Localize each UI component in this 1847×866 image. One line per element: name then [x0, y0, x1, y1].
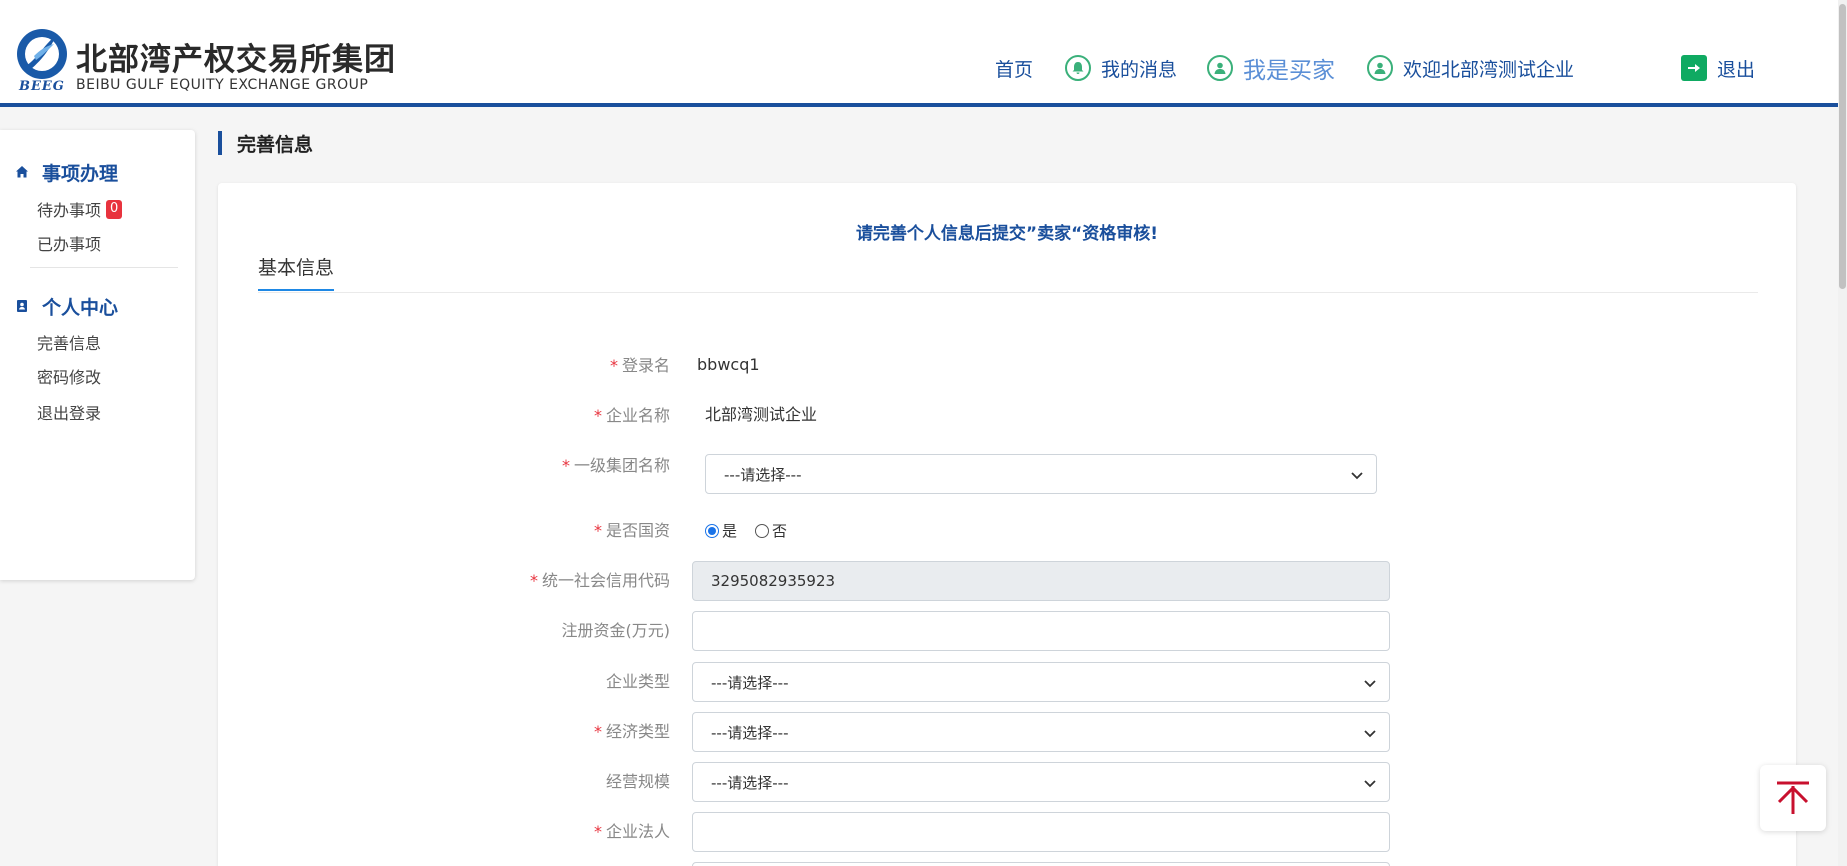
login-name-label: * 登录名 [609, 356, 670, 375]
sidebar-item-label: 完善信息 [37, 334, 102, 353]
sidebar-item-sign-out[interactable]: 退出登录 [37, 401, 101, 423]
next-field-input[interactable] [692, 862, 1390, 866]
sidebar-item-done[interactable]: 已办事项 [37, 232, 101, 254]
logo-en-name: BEIBU GULF EQUITY EXCHANGE GROUP [76, 77, 369, 93]
contact-book-icon [17, 300, 27, 312]
business-scale-selected: ---请选择--- [711, 773, 789, 792]
credit-code-value: 3295082935923 [711, 572, 836, 590]
nav-welcome-label: 欢迎北部湾测试企业 [1403, 58, 1575, 81]
state-owned-label: * 是否国资 [593, 521, 670, 540]
nav-messages[interactable]: 我的消息 [1065, 50, 1177, 86]
nav-home-label: 首页 [995, 58, 1034, 81]
company-name-label: * 企业名称 [593, 406, 670, 425]
sidebar: 事项办理 待办事项 0 已办事项 个人中心 完善信息 密码修改 退出登录 [0, 130, 195, 580]
bell-icon [1065, 55, 1091, 81]
nav-messages-label: 我的消息 [1101, 58, 1178, 81]
logo-mark-icon [17, 29, 67, 79]
form-card: 请完善个人信息后提交”卖家“资格审核! 基本信息 * 登录名 bbwcq1 * 企业… [218, 183, 1796, 866]
sidebar-item-label: 已办事项 [37, 235, 102, 254]
tab-divider [258, 292, 1758, 293]
reg-capital-label: 注册资金(万元) [561, 621, 671, 640]
todo-count-badge: 0 [106, 199, 123, 219]
page-title: 完善信息 [218, 131, 313, 156]
company-name-value: 北部湾测试企业 [705, 405, 818, 424]
notice-text: 请完善个人信息后提交”卖家“资格审核! [855, 224, 1159, 244]
sidebar-item-complete-info[interactable]: 完善信息 [37, 331, 101, 353]
legal-person-label: * 企业法人 [593, 822, 670, 841]
sidebar-group-personal-title: 个人中心 [42, 296, 119, 319]
legal-person-input[interactable] [692, 812, 1390, 852]
sidebar-item-label: 待办事项 [37, 201, 102, 220]
nav-role[interactable]: 我是买家 [1207, 50, 1335, 86]
chevron-down-icon [1351, 472, 1363, 480]
state-owned-no-label[interactable]: 否 [772, 520, 787, 541]
company-type-selected: ---请选择--- [711, 673, 789, 692]
exit-icon [1681, 55, 1707, 81]
credit-code-label: * 统一社会信用代码 [529, 571, 670, 590]
company-type-label: 企业类型 [605, 672, 670, 691]
chevron-down-icon [1364, 730, 1376, 738]
chevron-down-icon [1364, 680, 1376, 688]
nav-welcome[interactable]: 欢迎北部湾测试企业 [1367, 50, 1574, 86]
economic-type-label: * 经济类型 [593, 722, 670, 741]
top-header: BEEG 北部湾产权交易所集团 BEIBU GULF EQUITY EXCHAN… [0, 0, 1838, 107]
economic-type-select[interactable]: ---请选择--- [692, 712, 1390, 752]
tab-basic-info[interactable]: 基本信息 [258, 253, 335, 291]
group-name-select[interactable]: ---请选择--- [705, 454, 1377, 494]
sidebar-divider [30, 267, 178, 268]
sidebar-group-affairs[interactable]: 事项办理 [15, 159, 118, 185]
credit-code-input[interactable]: 3295082935923 [692, 561, 1390, 601]
state-owned-yes-label[interactable]: 是 [722, 520, 737, 541]
chevron-down-icon [1364, 780, 1376, 788]
state-owned-yes-radio[interactable] [705, 523, 719, 538]
nav-role-label: 我是买家 [1243, 58, 1335, 84]
page-scrollbar[interactable] [1838, 0, 1847, 866]
logo-cn-name: 北部湾产权交易所集团 [76, 42, 396, 78]
business-scale-select[interactable]: ---请选择--- [692, 762, 1390, 802]
brand-logo[interactable]: BEEG 北部湾产权交易所集团 BEIBU GULF EQUITY EXCHAN… [16, 28, 396, 94]
logout-label: 退出 [1717, 58, 1756, 81]
state-owned-no-radio[interactable] [755, 523, 770, 538]
company-type-select[interactable]: ---请选择--- [692, 662, 1390, 702]
state-owned-radio-group: 是 否 [705, 520, 787, 541]
group-name-label: * 一级集团名称 [561, 456, 670, 475]
sidebar-item-label: 密码修改 [37, 368, 102, 387]
economic-type-selected: ---请选择--- [711, 723, 789, 742]
scrollbar-thumb[interactable] [1839, 4, 1846, 289]
user-icon [1207, 55, 1233, 81]
logo-abbr: BEEG [19, 79, 65, 94]
arrow-up-icon [1777, 781, 1809, 814]
logout-button[interactable]: 退出 [1681, 50, 1755, 86]
sidebar-item-label: 退出登录 [37, 404, 102, 423]
user-icon [1367, 55, 1393, 81]
login-name-value: bbwcq1 [697, 355, 760, 374]
sidebar-item-change-password[interactable]: 密码修改 [37, 365, 101, 387]
sidebar-group-personal[interactable]: 个人中心 [15, 293, 118, 319]
sidebar-item-todo[interactable]: 待办事项 0 [37, 198, 123, 220]
home-icon [16, 166, 28, 178]
sidebar-group-affairs-title: 事项办理 [42, 162, 119, 185]
back-to-top-button[interactable] [1760, 765, 1826, 831]
group-name-selected: ---请选择--- [724, 465, 802, 484]
business-scale-label: 经营规模 [605, 772, 670, 791]
nav-home[interactable]: 首页 [995, 50, 1033, 86]
reg-capital-input[interactable] [692, 611, 1390, 651]
